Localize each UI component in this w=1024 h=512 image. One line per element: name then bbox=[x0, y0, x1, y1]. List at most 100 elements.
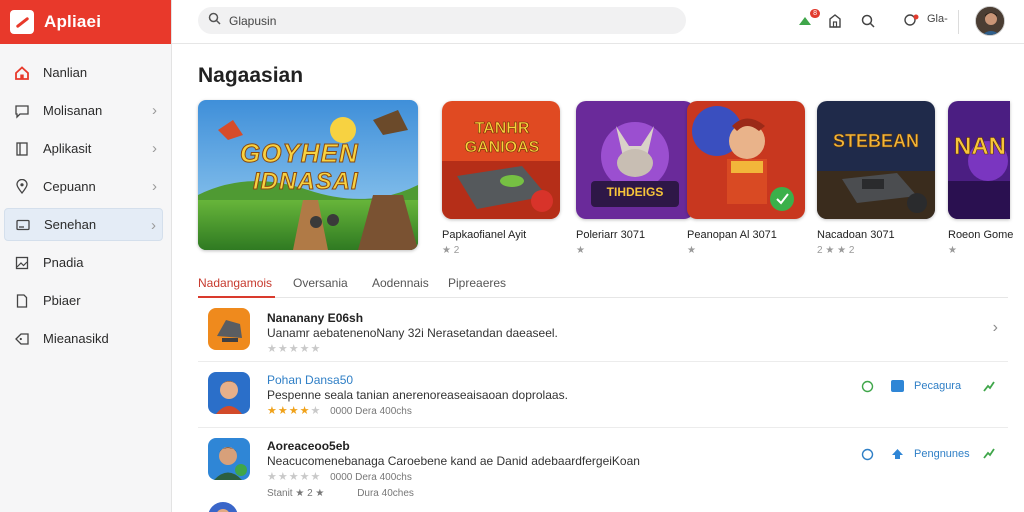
list-item-2-meta-text: 0000 Dera 400chs bbox=[330, 472, 412, 483]
list-item-2-title: Aoreaceoo5eb bbox=[267, 439, 350, 453]
list-item-3-icon bbox=[208, 502, 238, 512]
featured-tile-3-label: Nacadoan 3071 bbox=[817, 229, 895, 241]
messages-icon[interactable] bbox=[901, 10, 923, 32]
comment-icon[interactable] bbox=[861, 448, 874, 466]
featured-tile-0-rating: ★ 2 bbox=[442, 245, 460, 256]
featured-tile-3-rating: 2 ★ ★ 2 bbox=[817, 245, 855, 256]
sidebar-item-2[interactable]: Aplikasit › bbox=[4, 132, 163, 165]
list-item-1-title: Pohan Dansa50 bbox=[267, 373, 354, 387]
sidebar-item-label: Mieanasikd bbox=[43, 331, 109, 346]
list-item-0-title: Nananany E06sh bbox=[267, 311, 364, 325]
search-alt-icon[interactable] bbox=[857, 10, 879, 32]
sidebar-item-7[interactable]: Mieanasikd bbox=[4, 322, 163, 355]
featured-tile-4-label: Roeon Gome bbox=[948, 229, 1014, 241]
sidebar-item-label: Senehan bbox=[44, 217, 97, 232]
chevron-right-icon: › bbox=[152, 140, 157, 157]
chevron-right-icon[interactable]: › bbox=[993, 319, 998, 337]
list-item-2-meta-secondary: Stanit ★ 2 ★ Dura 40ches bbox=[267, 488, 414, 499]
rating-stars: ★★★★★ bbox=[267, 343, 322, 355]
sidebar-item-4[interactable]: Senehan › bbox=[4, 208, 163, 241]
featured-tile-1-label: Poleriarr 3071 bbox=[576, 229, 646, 241]
list-item-2-icon bbox=[208, 438, 250, 480]
list-item-0-rating: ★★★★★ bbox=[267, 342, 321, 355]
sidebar-item-label: Aplikasit bbox=[43, 141, 92, 156]
chevron-right-icon: › bbox=[152, 178, 157, 195]
list-item-0-icon bbox=[208, 308, 250, 350]
sidebar-item-5[interactable]: Pnadia bbox=[4, 246, 163, 279]
app-window: Apliaei Nanlian Molisanan › Aplikasit › … bbox=[0, 0, 1024, 512]
tab-0[interactable]: Nadangamois bbox=[198, 276, 272, 290]
search-bar[interactable] bbox=[198, 7, 686, 34]
featured-tile-2[interactable] bbox=[687, 101, 805, 219]
tag-icon bbox=[14, 331, 30, 347]
brand-bar[interactable]: Apliaei bbox=[0, 0, 171, 44]
sidebar-item-6[interactable]: Pbiaer bbox=[4, 284, 163, 317]
featured-tile-0[interactable]: TANHR GANIOAS bbox=[442, 101, 560, 219]
list-item-2-meta2-left: Stanit ★ 2 ★ bbox=[267, 488, 325, 499]
hero-line-2: IDNASAI bbox=[253, 168, 359, 196]
search-input[interactable] bbox=[229, 13, 649, 28]
featured-tile-2-label: Peanopan Al 3071 bbox=[687, 229, 777, 241]
search-icon bbox=[208, 12, 221, 30]
list-item-1-meta: ★★★★★ 0000 Dera 400chs bbox=[267, 404, 412, 417]
list-item-2-action[interactable]: Pengnunes bbox=[891, 448, 970, 460]
list-item-2[interactable]: Aoreaceoo5eb Neacucomenebanaga Caroebene… bbox=[198, 428, 1008, 512]
featured-tile-0-label: Papkaofianel Ayit bbox=[442, 229, 527, 241]
list-item-2-desc: Neacucomenebanaga Caroebene kand ae Dani… bbox=[267, 454, 640, 468]
featured-tile-1[interactable]: TIHDEIGS bbox=[576, 101, 694, 219]
page-title: Nagaasian bbox=[198, 64, 304, 87]
list-item-1-action-label: Pecagura bbox=[914, 380, 962, 392]
list-item-2-action-label: Pengnunes bbox=[914, 448, 970, 460]
sidebar-item-label: Molisanan bbox=[43, 103, 103, 118]
list-item-0-desc: Uanamr aebatenenoNany 32i Nerasetandan d… bbox=[267, 326, 558, 340]
active-tab-indicator bbox=[198, 296, 275, 298]
trend-icon bbox=[982, 446, 996, 465]
trend-icon bbox=[982, 379, 996, 398]
sidebar-nav: Nanlian Molisanan › Aplikasit › Cepuann … bbox=[0, 56, 171, 355]
list-item-1-desc: Pespenne seala tanian anerenoreaseaisaoa… bbox=[267, 388, 568, 402]
notifications-icon[interactable]: 8 bbox=[794, 9, 820, 32]
rating-stars: ★★★★★ bbox=[267, 471, 322, 483]
list-item-0[interactable]: Nananany E06sh Uanamr aebatenenoNany 32i… bbox=[198, 300, 1008, 362]
sidebar-item-1[interactable]: Molisanan › bbox=[4, 94, 163, 127]
user-short-label[interactable]: Gla- bbox=[927, 13, 948, 25]
app-logo-icon bbox=[10, 10, 34, 34]
store-icon[interactable] bbox=[824, 10, 846, 32]
list-item-1-action[interactable]: Pecagura bbox=[891, 380, 961, 392]
location-icon bbox=[14, 178, 30, 195]
hero-line-1: GOYHEN bbox=[240, 138, 359, 169]
featured-tile-4-art: NAN bbox=[954, 133, 1007, 161]
featured-tile-3[interactable]: STEBEAN bbox=[817, 101, 935, 219]
document-icon bbox=[14, 293, 30, 309]
app-name: Apliaei bbox=[44, 12, 102, 31]
hero-banner[interactable]: GOYHEN IDNASAI bbox=[198, 100, 418, 250]
sidebar-item-0[interactable]: Nanlian bbox=[4, 56, 163, 89]
chat-icon bbox=[14, 103, 30, 119]
featured-tile-2-rating: ★ bbox=[687, 245, 696, 256]
sidebar-item-label: Nanlian bbox=[43, 65, 88, 80]
list-item-2-meta2-right: Dura 40ches bbox=[357, 488, 414, 499]
divider bbox=[958, 10, 959, 34]
featured-tile-1-rating: ★ bbox=[576, 245, 585, 256]
image-icon bbox=[14, 255, 30, 271]
list-item-1[interactable]: Pohan Dansa50 Pespenne seala tanian aner… bbox=[198, 362, 1008, 428]
featured-tile-3-art: STEBEAN bbox=[832, 131, 920, 152]
main-content: Nagaasian GOYHEN IDNASAI TANHR GANIOAS P… bbox=[172, 44, 1024, 512]
upload-icon bbox=[891, 448, 904, 460]
app-icon bbox=[891, 380, 904, 392]
rating-stars: ★★★★★ bbox=[267, 405, 322, 417]
user-avatar[interactable] bbox=[975, 6, 1005, 36]
comment-icon[interactable] bbox=[861, 380, 874, 398]
chevron-right-icon: › bbox=[151, 217, 156, 234]
list-item-1-meta-text: 0000 Dera 400chs bbox=[330, 406, 412, 417]
sidebar-item-3[interactable]: Cepuann › bbox=[4, 170, 163, 203]
featured-tile-1-art: TIHDEIGS bbox=[606, 185, 664, 199]
list-item-2-meta: ★★★★★ 0000 Dera 400chs bbox=[267, 470, 412, 483]
tab-2[interactable]: Aodennais bbox=[372, 276, 429, 290]
featured-tile-4[interactable]: NAN bbox=[948, 101, 1010, 219]
sidebar-item-label: Pbiaer bbox=[43, 293, 81, 308]
sidebar: Apliaei Nanlian Molisanan › Aplikasit › … bbox=[0, 0, 172, 512]
tab-3[interactable]: Pipreaeres bbox=[448, 276, 506, 290]
top-bar: 8 Gla- bbox=[172, 0, 1024, 44]
tab-1[interactable]: Oversania bbox=[293, 276, 348, 290]
